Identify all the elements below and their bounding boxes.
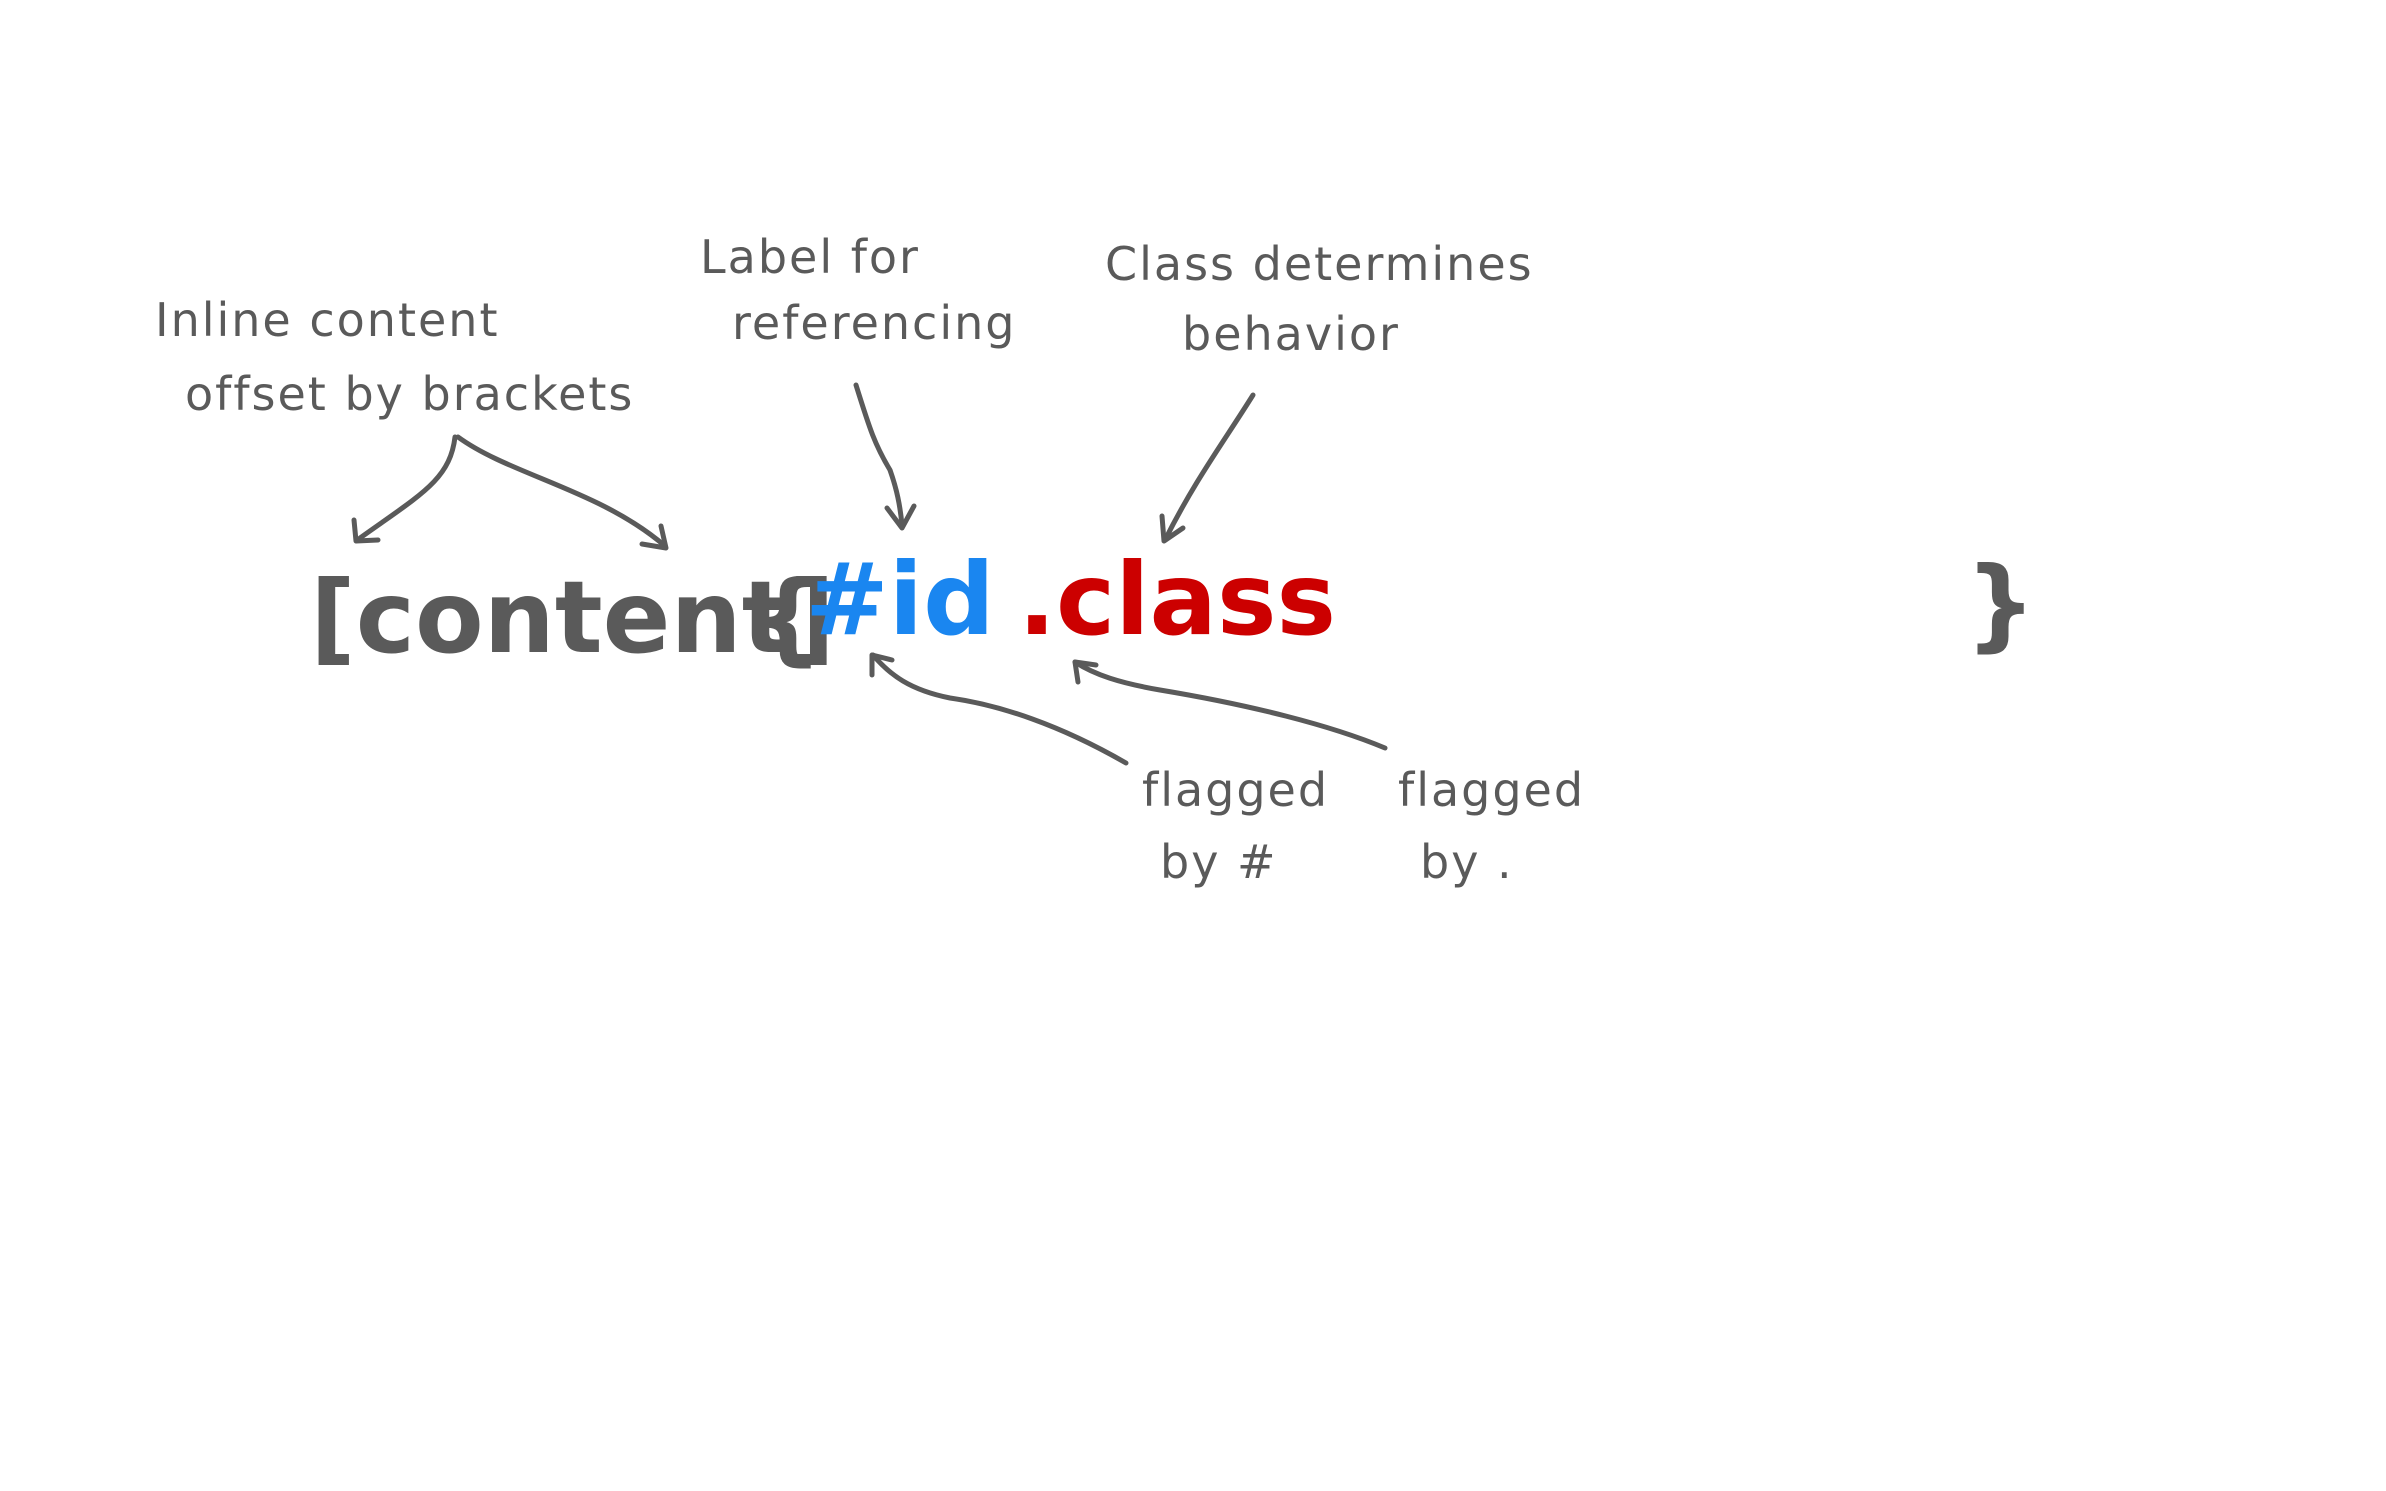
syntax-line: [content] { #id .class } xyxy=(310,541,2036,676)
id-annotation: Label for referencing xyxy=(700,230,1016,350)
class-token: .class xyxy=(1018,541,1336,658)
id-note-line-2: referencing xyxy=(732,296,1016,350)
arrow-to-class xyxy=(1162,392,1256,543)
id-flag-note-line-2: by # xyxy=(1160,835,1278,889)
class-note-line-2: behavior xyxy=(1182,307,1400,361)
content-note-line-1: Inline content xyxy=(155,293,499,347)
id-note-line-1: Label for xyxy=(700,230,920,284)
diagram-canvas: Inline content offset by brackets Label … xyxy=(155,230,2036,889)
arrow-to-id xyxy=(853,382,905,528)
class-annotation: Class determines behavior xyxy=(1105,237,1534,361)
content-annotation: Inline content offset by brackets xyxy=(155,293,634,421)
id-flag-annotation: flagged by # xyxy=(1142,763,1329,889)
class-note-line-1: Class determines xyxy=(1105,237,1534,291)
content-note-line-2: offset by brackets xyxy=(185,367,634,421)
arrow-to-left-bracket xyxy=(357,434,458,541)
arrow-to-right-bracket xyxy=(455,434,668,549)
class-flag-note-line-1: flagged xyxy=(1398,763,1585,817)
id-token: #id xyxy=(805,541,995,658)
arrow-from-dot-flag xyxy=(1072,659,1388,751)
id-flag-note-line-1: flagged xyxy=(1142,763,1329,817)
class-flag-annotation: flagged by . xyxy=(1398,763,1585,889)
class-flag-note-line-2: by . xyxy=(1420,835,1514,889)
close-brace: } xyxy=(1965,545,2036,662)
